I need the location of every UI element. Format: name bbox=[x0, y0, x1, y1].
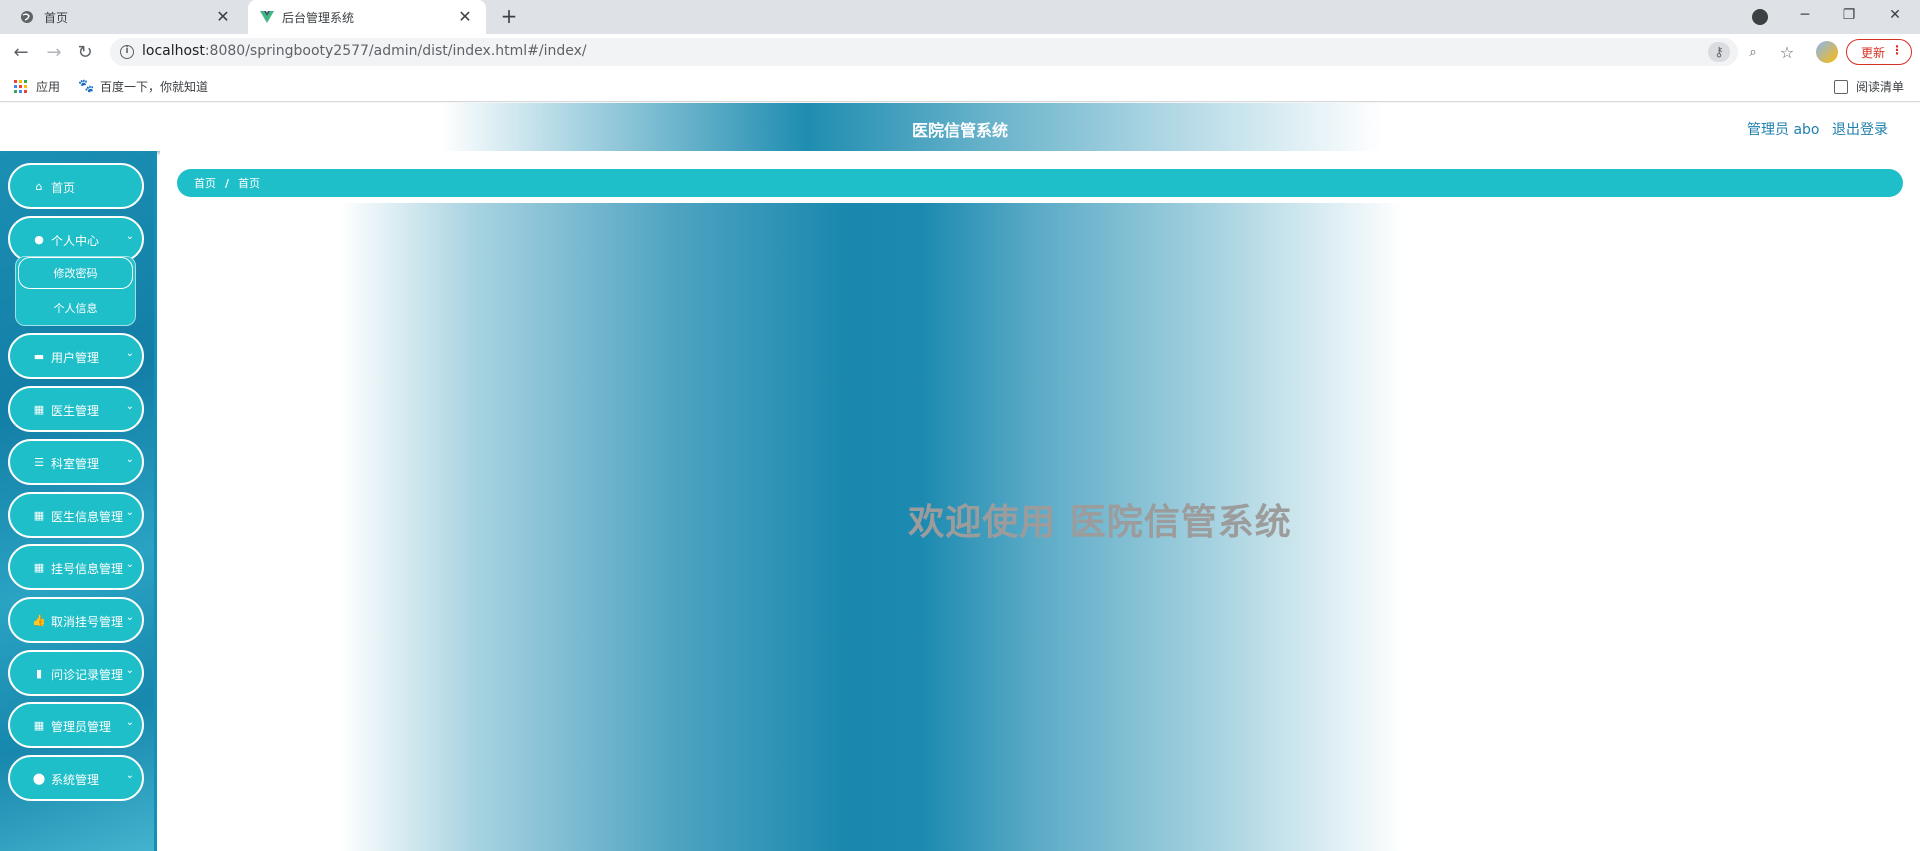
thumb-icon: 👍 bbox=[32, 613, 46, 627]
menu-item-admin-management[interactable]: ▦ 管理员管理 ⌄ bbox=[8, 702, 144, 748]
menu-item-consultation-record-management[interactable]: ▮ 问诊记录管理 ⌄ bbox=[8, 650, 144, 696]
submenu-item-personal-info[interactable]: 个人信息 bbox=[18, 292, 133, 324]
close-icon[interactable]: ✕ bbox=[214, 7, 232, 26]
tab-title: 后台管理系统 bbox=[282, 11, 355, 25]
menu-item-department-management[interactable]: ☰ 科室管理 ⌄ bbox=[8, 439, 144, 485]
tab-title: 首页 bbox=[44, 11, 69, 25]
avatar[interactable] bbox=[1816, 41, 1838, 63]
chevron-down-icon: ⌄ bbox=[125, 612, 134, 623]
browser-tabstrip: 首页 ✕ 后台管理系统 ✕ + ─ ❐ ✕ bbox=[0, 0, 1920, 34]
chevron-down-icon: ⌄ bbox=[125, 231, 134, 242]
welcome-title: 欢迎使用 医院信管系统 bbox=[908, 502, 1292, 543]
bookmark-apps[interactable]: 应用 bbox=[14, 78, 60, 95]
browser-toolbar: ← → ↻ i localhost:8080/springbooty2577/a… bbox=[0, 34, 1920, 70]
logout-link[interactable]: 退出登录 bbox=[1832, 119, 1888, 139]
restore-icon[interactable]: ❐ bbox=[1836, 4, 1862, 26]
apps-icon bbox=[14, 79, 28, 94]
home-icon: ⌂ bbox=[35, 179, 43, 193]
grid-icon: ▦ bbox=[33, 718, 45, 732]
submenu-personal-center: 修改密码 个人信息 bbox=[15, 256, 136, 326]
chevron-down-icon: ⌄ bbox=[125, 454, 134, 465]
forward-icon[interactable]: → bbox=[43, 41, 65, 63]
menu-item-doctor-info-management[interactable]: ▦ 医生信息管理 ⌄ bbox=[8, 492, 144, 538]
new-tab-button[interactable]: + bbox=[498, 6, 520, 28]
current-user-link[interactable]: 管理员 abo bbox=[1747, 119, 1819, 139]
grid-icon: ▦ bbox=[33, 508, 45, 522]
bookmarks-bar: 应用 🐾 百度一下，你就知道 阅读清单 bbox=[0, 70, 1920, 102]
zoom-icon[interactable]: ⌕ bbox=[1742, 42, 1764, 62]
reload-icon[interactable]: ↻ bbox=[74, 41, 96, 63]
location-icon: ⬤ bbox=[32, 771, 46, 785]
menu-item-home[interactable]: ⌂ 首页 bbox=[8, 163, 144, 209]
reading-list-icon bbox=[1834, 79, 1848, 94]
menu-item-doctor-management[interactable]: ▦ 医生管理 ⌄ bbox=[8, 386, 144, 432]
star-icon[interactable]: ☆ bbox=[1776, 41, 1798, 63]
comment-icon: ▬ bbox=[33, 349, 45, 363]
chevron-down-icon: ⌄ bbox=[125, 559, 134, 570]
chevron-down-icon: ⌄ bbox=[125, 401, 134, 412]
breadcrumb-item-home[interactable]: 首页 bbox=[194, 175, 216, 191]
update-button[interactable]: 更新 ⋮ bbox=[1846, 39, 1912, 65]
reading-list[interactable]: 阅读清单 bbox=[1834, 78, 1904, 95]
grid-icon: ▦ bbox=[33, 402, 45, 416]
minimize-icon[interactable]: ─ bbox=[1792, 4, 1818, 26]
user-icon: ● bbox=[34, 232, 44, 246]
menu-item-user-management[interactable]: ▬ 用户管理 ⌄ bbox=[8, 333, 144, 379]
tab-search-icon[interactable] bbox=[1752, 9, 1768, 25]
submenu-item-change-password[interactable]: 修改密码 bbox=[18, 257, 133, 289]
info-icon[interactable]: i bbox=[120, 45, 134, 59]
sliders-icon: ☰ bbox=[34, 455, 44, 469]
chevron-down-icon: ⌄ bbox=[125, 507, 134, 518]
menu-item-cancel-registration-management[interactable]: 👍 取消挂号管理 ⌄ bbox=[8, 597, 144, 643]
chevron-down-icon: ⌄ bbox=[125, 348, 134, 359]
grid-icon: ▦ bbox=[33, 560, 45, 574]
window-close-icon[interactable]: ✕ bbox=[1882, 4, 1908, 26]
chevron-down-icon: ⌄ bbox=[125, 717, 134, 728]
menu-item-system-management[interactable]: ⬤ 系统管理 ⌄ bbox=[8, 755, 144, 801]
url-text[interactable]: localhost:8080/springbooty2577/admin/dis… bbox=[142, 43, 587, 59]
app-header: 医院信管系统 管理员 abo 退出登录 bbox=[0, 103, 1920, 151]
browser-tab-home[interactable]: 首页 ✕ bbox=[0, 0, 244, 34]
breadcrumb: 首页 / 首页 bbox=[177, 169, 1903, 197]
address-bar[interactable]: i localhost:8080/springbooty2577/admin/d… bbox=[110, 38, 1757, 66]
breadcrumb-separator: / bbox=[225, 176, 230, 190]
chevron-down-icon: ⌄ bbox=[125, 665, 134, 676]
chevron-down-icon: ⌄ bbox=[125, 770, 134, 781]
more-icon: ⋮ bbox=[1891, 43, 1903, 57]
globe-icon bbox=[21, 11, 33, 23]
app-title: 医院信管系统 bbox=[911, 121, 1008, 140]
browser-tab-admin[interactable]: 后台管理系统 ✕ bbox=[248, 0, 486, 34]
menu-item-registration-management[interactable]: ▦ 挂号信息管理 ⌄ bbox=[8, 544, 144, 590]
key-icon[interactable]: ⚷ bbox=[1708, 42, 1730, 62]
baidu-paw-icon: 🐾 bbox=[78, 78, 95, 94]
vue-logo-icon bbox=[260, 11, 274, 23]
close-icon[interactable]: ✕ bbox=[456, 7, 474, 26]
main-content: 首页 / 首页 欢迎使用 医院信管系统 bbox=[160, 151, 1920, 851]
bookmark-baidu[interactable]: 🐾 百度一下，你就知道 bbox=[78, 78, 208, 95]
back-icon[interactable]: ← bbox=[10, 41, 32, 63]
clipboard-icon: ▮ bbox=[35, 666, 43, 680]
breadcrumb-item-current: 首页 bbox=[238, 177, 261, 190]
